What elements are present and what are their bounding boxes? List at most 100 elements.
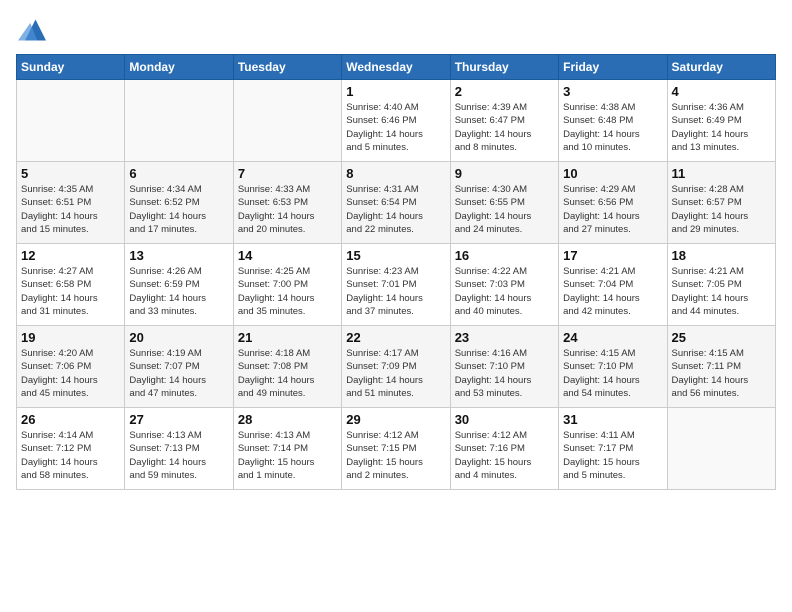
- day-info: Sunrise: 4:29 AM Sunset: 6:56 PM Dayligh…: [563, 183, 662, 236]
- day-info: Sunrise: 4:21 AM Sunset: 7:05 PM Dayligh…: [672, 265, 771, 318]
- calendar-header: SundayMondayTuesdayWednesdayThursdayFrid…: [17, 55, 776, 80]
- calendar-week-4: 26Sunrise: 4:14 AM Sunset: 7:12 PM Dayli…: [17, 408, 776, 490]
- calendar-day-1: 1 Sunrise: 4:40 AM Sunset: 6:46 PM Daylig…: [342, 80, 450, 162]
- day-info: Sunrise: 4:17 AM Sunset: 7:09 PM Dayligh…: [346, 347, 445, 400]
- day-info: Sunrise: 4:13 AM Sunset: 7:13 PM Dayligh…: [129, 429, 228, 482]
- calendar-day-21: 21 Sunrise: 4:18 AM Sunset: 7:08 PM Dayli…: [233, 326, 341, 408]
- calendar-day-31: 31 Sunrise: 4:11 AM Sunset: 7:17 PM Dayli…: [559, 408, 667, 490]
- day-info: Sunrise: 4:30 AM Sunset: 6:55 PM Dayligh…: [455, 183, 554, 236]
- header: [16, 16, 776, 44]
- day-number: 27: [129, 412, 228, 427]
- calendar-day-4: 4 Sunrise: 4:36 AM Sunset: 6:49 PM Daylig…: [667, 80, 775, 162]
- calendar-day-7: 7 Sunrise: 4:33 AM Sunset: 6:53 PM Daylig…: [233, 162, 341, 244]
- day-number: 18: [672, 248, 771, 263]
- day-number: 24: [563, 330, 662, 345]
- day-info: Sunrise: 4:26 AM Sunset: 6:59 PM Dayligh…: [129, 265, 228, 318]
- day-info: Sunrise: 4:16 AM Sunset: 7:10 PM Dayligh…: [455, 347, 554, 400]
- day-number: 22: [346, 330, 445, 345]
- empty-cell: [233, 80, 341, 162]
- calendar-day-2: 2Sunrise: 4:39 AM Sunset: 6:47 PM Daylig…: [450, 80, 558, 162]
- day-info: Sunrise: 4:22 AM Sunset: 7:03 PM Dayligh…: [455, 265, 554, 318]
- calendar-day-20: 20 Sunrise: 4:19 AM Sunset: 7:07 PM Dayli…: [125, 326, 233, 408]
- day-info: Sunrise: 4:38 AM Sunset: 6:48 PM Dayligh…: [563, 101, 662, 154]
- logo-icon: [18, 16, 46, 44]
- calendar-day-17: 17Sunrise: 4:21 AM Sunset: 7:04 PM Dayli…: [559, 244, 667, 326]
- calendar-day-26: 26Sunrise: 4:14 AM Sunset: 7:12 PM Dayli…: [17, 408, 125, 490]
- empty-cell: [17, 80, 125, 162]
- day-info: Sunrise: 4:40 AM Sunset: 6:46 PM Dayligh…: [346, 101, 445, 154]
- day-number: 12: [21, 248, 120, 263]
- day-number: 1: [346, 84, 445, 99]
- weekday-row: SundayMondayTuesdayWednesdayThursdayFrid…: [17, 55, 776, 80]
- day-info: Sunrise: 4:25 AM Sunset: 7:00 PM Dayligh…: [238, 265, 337, 318]
- weekday-header-friday: Friday: [559, 55, 667, 80]
- day-info: Sunrise: 4:20 AM Sunset: 7:06 PM Dayligh…: [21, 347, 120, 400]
- day-number: 29: [346, 412, 445, 427]
- calendar-day-19: 19 Sunrise: 4:20 AM Sunset: 7:06 PM Dayli…: [17, 326, 125, 408]
- calendar-day-9: 9 Sunrise: 4:30 AM Sunset: 6:55 PM Daylig…: [450, 162, 558, 244]
- calendar-week-2: 12 Sunrise: 4:27 AM Sunset: 6:58 PM Dayli…: [17, 244, 776, 326]
- day-number: 15: [346, 248, 445, 263]
- weekday-header-monday: Monday: [125, 55, 233, 80]
- page: SundayMondayTuesdayWednesdayThursdayFrid…: [0, 0, 792, 612]
- day-info: Sunrise: 4:14 AM Sunset: 7:12 PM Dayligh…: [21, 429, 120, 482]
- day-info: Sunrise: 4:23 AM Sunset: 7:01 PM Dayligh…: [346, 265, 445, 318]
- weekday-header-tuesday: Tuesday: [233, 55, 341, 80]
- weekday-header-sunday: Sunday: [17, 55, 125, 80]
- empty-cell: [125, 80, 233, 162]
- day-info: Sunrise: 4:15 AM Sunset: 7:11 PM Dayligh…: [672, 347, 771, 400]
- day-info: Sunrise: 4:21 AM Sunset: 7:04 PM Dayligh…: [563, 265, 662, 318]
- calendar-day-24: 24 Sunrise: 4:15 AM Sunset: 7:10 PM Dayli…: [559, 326, 667, 408]
- day-info: Sunrise: 4:18 AM Sunset: 7:08 PM Dayligh…: [238, 347, 337, 400]
- calendar-day-8: 8Sunrise: 4:31 AM Sunset: 6:54 PM Daylig…: [342, 162, 450, 244]
- day-info: Sunrise: 4:12 AM Sunset: 7:16 PM Dayligh…: [455, 429, 554, 482]
- calendar-day-14: 14Sunrise: 4:25 AM Sunset: 7:00 PM Dayli…: [233, 244, 341, 326]
- day-number: 28: [238, 412, 337, 427]
- calendar-day-10: 10 Sunrise: 4:29 AM Sunset: 6:56 PM Dayli…: [559, 162, 667, 244]
- day-number: 3: [563, 84, 662, 99]
- day-number: 8: [346, 166, 445, 181]
- day-number: 16: [455, 248, 554, 263]
- weekday-header-wednesday: Wednesday: [342, 55, 450, 80]
- calendar-day-13: 13Sunrise: 4:26 AM Sunset: 6:59 PM Dayli…: [125, 244, 233, 326]
- day-number: 5: [21, 166, 120, 181]
- day-info: Sunrise: 4:36 AM Sunset: 6:49 PM Dayligh…: [672, 101, 771, 154]
- calendar-day-30: 30Sunrise: 4:12 AM Sunset: 7:16 PM Dayli…: [450, 408, 558, 490]
- calendar-day-16: 16 Sunrise: 4:22 AM Sunset: 7:03 PM Dayli…: [450, 244, 558, 326]
- calendar-day-23: 23Sunrise: 4:16 AM Sunset: 7:10 PM Dayli…: [450, 326, 558, 408]
- calendar-day-25: 25Sunrise: 4:15 AM Sunset: 7:11 PM Dayli…: [667, 326, 775, 408]
- day-info: Sunrise: 4:39 AM Sunset: 6:47 PM Dayligh…: [455, 101, 554, 154]
- calendar-day-18: 18 Sunrise: 4:21 AM Sunset: 7:05 PM Dayli…: [667, 244, 775, 326]
- calendar-day-22: 22 Sunrise: 4:17 AM Sunset: 7:09 PM Dayli…: [342, 326, 450, 408]
- day-number: 19: [21, 330, 120, 345]
- day-number: 31: [563, 412, 662, 427]
- calendar-day-3: 3 Sunrise: 4:38 AM Sunset: 6:48 PM Daylig…: [559, 80, 667, 162]
- weekday-header-thursday: Thursday: [450, 55, 558, 80]
- calendar-day-11: 11Sunrise: 4:28 AM Sunset: 6:57 PM Dayli…: [667, 162, 775, 244]
- day-number: 10: [563, 166, 662, 181]
- day-number: 9: [455, 166, 554, 181]
- weekday-header-saturday: Saturday: [667, 55, 775, 80]
- day-number: 7: [238, 166, 337, 181]
- calendar-body: 1 Sunrise: 4:40 AM Sunset: 6:46 PM Daylig…: [17, 80, 776, 490]
- day-info: Sunrise: 4:11 AM Sunset: 7:17 PM Dayligh…: [563, 429, 662, 482]
- calendar-day-12: 12 Sunrise: 4:27 AM Sunset: 6:58 PM Dayli…: [17, 244, 125, 326]
- calendar-day-15: 15 Sunrise: 4:23 AM Sunset: 7:01 PM Dayli…: [342, 244, 450, 326]
- day-info: Sunrise: 4:27 AM Sunset: 6:58 PM Dayligh…: [21, 265, 120, 318]
- day-info: Sunrise: 4:15 AM Sunset: 7:10 PM Dayligh…: [563, 347, 662, 400]
- empty-cell: [667, 408, 775, 490]
- calendar-day-28: 28 Sunrise: 4:13 AM Sunset: 7:14 PM Dayli…: [233, 408, 341, 490]
- day-number: 4: [672, 84, 771, 99]
- day-info: Sunrise: 4:19 AM Sunset: 7:07 PM Dayligh…: [129, 347, 228, 400]
- day-info: Sunrise: 4:13 AM Sunset: 7:14 PM Dayligh…: [238, 429, 337, 482]
- day-number: 20: [129, 330, 228, 345]
- calendar-day-5: 5Sunrise: 4:35 AM Sunset: 6:51 PM Daylig…: [17, 162, 125, 244]
- calendar-day-27: 27 Sunrise: 4:13 AM Sunset: 7:13 PM Dayli…: [125, 408, 233, 490]
- day-info: Sunrise: 4:12 AM Sunset: 7:15 PM Dayligh…: [346, 429, 445, 482]
- day-number: 21: [238, 330, 337, 345]
- calendar-week-0: 1 Sunrise: 4:40 AM Sunset: 6:46 PM Daylig…: [17, 80, 776, 162]
- day-info: Sunrise: 4:33 AM Sunset: 6:53 PM Dayligh…: [238, 183, 337, 236]
- calendar-week-1: 5Sunrise: 4:35 AM Sunset: 6:51 PM Daylig…: [17, 162, 776, 244]
- calendar-day-6: 6Sunrise: 4:34 AM Sunset: 6:52 PM Daylig…: [125, 162, 233, 244]
- calendar: SundayMondayTuesdayWednesdayThursdayFrid…: [16, 54, 776, 490]
